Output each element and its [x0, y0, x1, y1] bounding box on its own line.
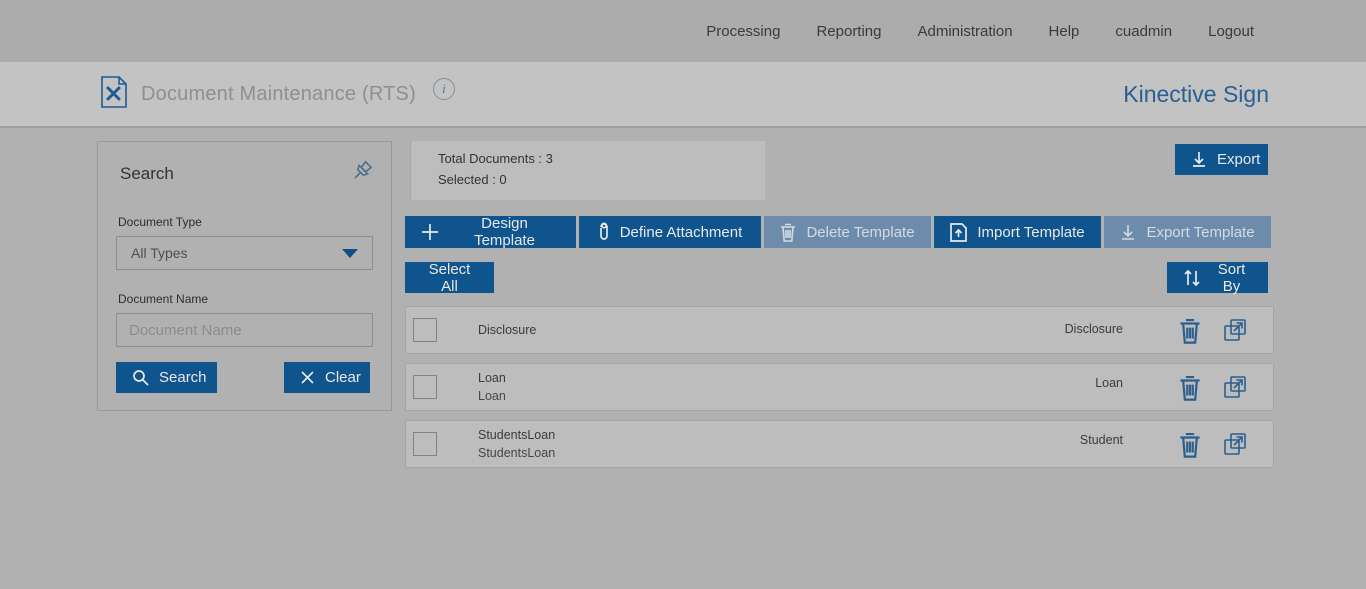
document-subtitle: Loan: [478, 389, 506, 403]
export-button[interactable]: Export: [1175, 144, 1268, 175]
open-external-icon[interactable]: [1221, 430, 1251, 460]
search-panel-title: Search: [120, 164, 174, 183]
document-type-label: Document Type: [118, 215, 202, 229]
nav-reporting[interactable]: Reporting: [816, 23, 881, 40]
top-navigation: Processing Reporting Administration Help…: [0, 0, 1366, 62]
selected-count: Selected : 0: [438, 172, 507, 187]
page-title: Document Maintenance (RTS): [141, 82, 416, 105]
table-row: Disclosure Disclosure: [405, 306, 1274, 354]
document-tools-icon: [100, 75, 128, 113]
document-name: Disclosure: [478, 323, 537, 337]
trash-icon: [781, 223, 796, 242]
nav-administration[interactable]: Administration: [918, 23, 1013, 40]
paperclip-icon: [599, 222, 608, 240]
define-attachment-button[interactable]: Define Attachment: [579, 216, 761, 248]
document-name: Loan: [478, 371, 506, 385]
nav-help[interactable]: Help: [1049, 23, 1080, 40]
document-type: Loan: [1095, 376, 1123, 390]
export-template-button[interactable]: Export Template: [1104, 216, 1271, 248]
select-all-button[interactable]: Select All: [405, 261, 494, 295]
design-template-button[interactable]: Design Template: [405, 215, 576, 249]
document-list: Disclosure Disclosure Loan Loan Loan Stu…: [405, 306, 1274, 468]
document-name-input[interactable]: [116, 313, 373, 347]
document-type-value: All Types: [131, 245, 188, 261]
nav-processing[interactable]: Processing: [706, 23, 780, 40]
search-icon: [133, 370, 149, 386]
document-type: Disclosure: [1064, 322, 1123, 336]
summary-box: Total Documents : 3 Selected : 0: [410, 141, 765, 200]
info-icon[interactable]: i: [432, 78, 455, 100]
brand-logo-text: Kinective Sign: [1123, 80, 1269, 107]
document-name: StudentsLoan: [478, 428, 556, 442]
sort-by-button[interactable]: Sort By: [1167, 261, 1268, 295]
delete-template-button[interactable]: Delete Template: [764, 216, 931, 248]
total-documents-count: Total Documents : 3: [438, 151, 553, 166]
nav-logout[interactable]: Logout: [1208, 23, 1254, 40]
open-external-icon[interactable]: [1221, 373, 1251, 403]
nav-user-cuadmin[interactable]: cuadmin: [1115, 23, 1172, 40]
download-icon: [1193, 152, 1205, 167]
pin-icon[interactable]: [349, 158, 375, 189]
open-external-icon[interactable]: [1221, 316, 1251, 346]
download-icon: [1122, 224, 1135, 240]
table-row: StudentsLoan StudentsLoan Student: [405, 420, 1274, 468]
delete-row-icon[interactable]: [1175, 373, 1205, 403]
page-header: Document Maintenance (RTS) i Kinective S…: [0, 62, 1366, 128]
import-template-button[interactable]: Import Template: [934, 216, 1101, 248]
delete-row-icon[interactable]: [1175, 316, 1205, 346]
delete-row-icon[interactable]: [1175, 430, 1205, 460]
document-type-dropdown[interactable]: All Types: [116, 236, 373, 270]
sort-arrows-icon: [1184, 269, 1200, 286]
row-checkbox[interactable]: [413, 318, 437, 342]
document-subtitle: StudentsLoan: [478, 446, 556, 460]
document-type: Student: [1079, 433, 1123, 447]
upload-file-icon: [950, 222, 968, 242]
template-toolbar: Design Template Define Attachment Delete…: [405, 215, 1274, 249]
document-name-label: Document Name: [118, 292, 209, 306]
row-checkbox[interactable]: [413, 432, 437, 456]
search-panel: Search Document Type All Types Document …: [97, 141, 392, 411]
chevron-down-icon: [342, 248, 358, 258]
plus-icon: [422, 224, 438, 240]
table-row: Loan Loan Loan: [405, 363, 1274, 411]
search-button[interactable]: Search: [116, 362, 217, 393]
clear-button[interactable]: Clear: [284, 362, 370, 393]
close-icon: [301, 371, 314, 384]
row-checkbox[interactable]: [413, 375, 437, 399]
